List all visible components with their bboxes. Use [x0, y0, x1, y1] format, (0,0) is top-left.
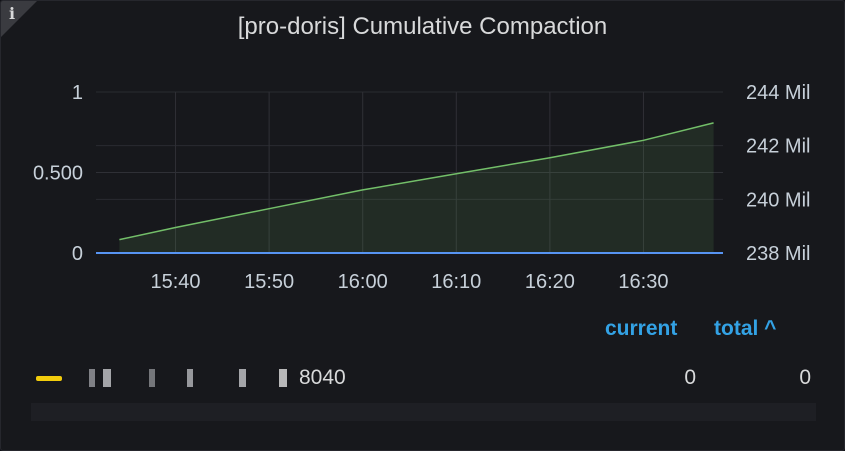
panel: i [pro-doris] Cumulative Compaction 1 0.5… [0, 0, 845, 451]
x-tick-label: 16:00 [338, 271, 388, 293]
legend-row[interactable]: 8040 0 0 [31, 361, 816, 395]
legend-series-suffix: 8040 [299, 366, 346, 389]
legend-row-bg [31, 403, 816, 421]
left-tick-label: 0 [72, 243, 83, 265]
legend-current-value: 0 [684, 366, 696, 389]
x-tick-label: 16:20 [525, 271, 575, 293]
redacted-text [89, 369, 299, 388]
series-area [119, 122, 714, 254]
panel-title[interactable]: [pro-doris] Cumulative Compaction [1, 13, 844, 41]
right-tick-label: 240 Mil [746, 189, 810, 211]
legend-column-current[interactable]: current [605, 317, 677, 341]
right-tick-label: 242 Mil [746, 136, 810, 158]
legend-total-value: 0 [799, 366, 811, 389]
x-axis-ticks: 15:40 15:50 16:00 16:10 16:20 16:30 [151, 271, 669, 293]
legend-row-partial[interactable] [31, 403, 816, 421]
right-axis-ticks: 244 Mil 242 Mil 240 Mil 238 Mil [746, 82, 810, 265]
right-tick-label: 238 Mil [746, 243, 810, 265]
x-tick-label: 16:30 [618, 271, 668, 293]
right-tick-label: 244 Mil [746, 82, 810, 104]
left-axis-ticks: 1 0.500 0 [33, 82, 83, 265]
left-tick-label: 1 [72, 82, 83, 104]
x-tick-label: 15:40 [151, 271, 201, 293]
chart: 1 0.500 0 244 Mil 242 Mil 240 Mil 238 Mil 15:… [33, 82, 811, 293]
legend-swatch [36, 376, 62, 381]
legend-series-name[interactable]: 8040 [89, 366, 346, 390]
x-tick-label: 15:50 [244, 271, 294, 293]
left-tick-label: 0.500 [33, 163, 83, 185]
x-tick-label: 16:10 [431, 271, 481, 293]
legend-column-total[interactable]: total ^ [714, 317, 776, 341]
chart-area [119, 122, 714, 254]
